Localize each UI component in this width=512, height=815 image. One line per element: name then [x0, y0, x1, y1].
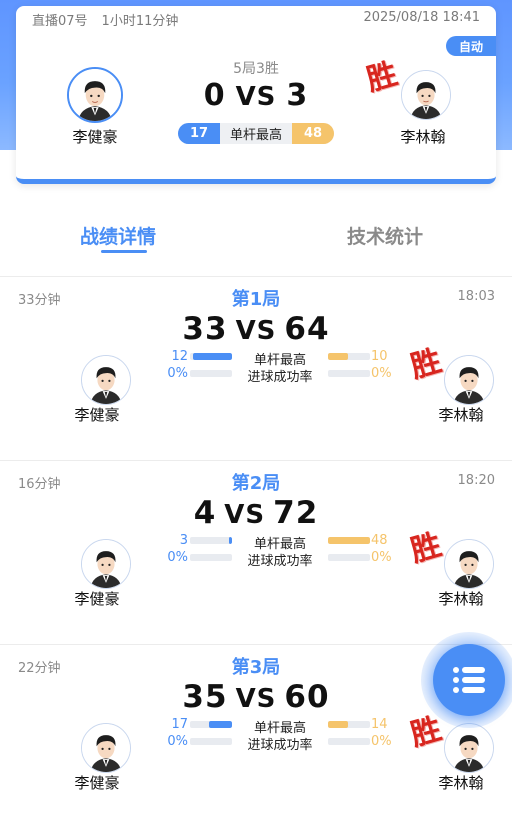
game-section[interactable]: 33分钟 第1局 18:03 33 VS 64 12 单杆最高 10 0% 进球成功… — [0, 277, 512, 460]
game-time: 18:03 — [457, 289, 495, 304]
vs-label: VS — [224, 500, 266, 530]
stat-left-value: 17 — [171, 717, 188, 732]
tab-technical-stats[interactable]: 技术统计 — [347, 222, 423, 249]
player-avatar-icon — [82, 724, 130, 772]
stat-right-value: 10 — [371, 349, 388, 364]
player-avatar-icon — [445, 724, 493, 772]
stat-left-bar — [190, 537, 232, 544]
player-left-name: 李健豪 — [72, 128, 118, 146]
match-meta: 直播07号 1小时11分钟 — [32, 10, 178, 29]
list-menu-icon — [453, 667, 485, 693]
score-left: 4 — [193, 495, 217, 531]
player-right-avatar[interactable] — [444, 723, 494, 773]
auto-badge[interactable]: 自动 — [446, 36, 496, 56]
match-detail-page: 直播07号 1小时11分钟 2025/08/18 18:41 自动 李健豪 李林… — [0, 0, 512, 815]
stat-right-value: 0% — [371, 366, 392, 381]
stat-left-bar — [190, 370, 232, 377]
score-left: 33 — [182, 311, 228, 347]
highest-break-left: 17 — [178, 123, 220, 144]
menu-fab-button[interactable] — [433, 644, 505, 716]
vs-label: VS — [235, 684, 277, 714]
stat-right-value: 0% — [371, 734, 392, 749]
stat-right-bar — [328, 353, 370, 360]
player-avatar-icon — [82, 356, 130, 404]
match-format: 5局3胜 — [233, 61, 279, 77]
stat-left-value: 0% — [167, 366, 188, 381]
player-right-name: 李林翰 — [438, 774, 484, 792]
score-right: 72 — [273, 495, 319, 531]
stat-right-bar — [328, 554, 370, 561]
stat-right-bar — [328, 721, 370, 728]
highest-break-label: 单杆最高 — [229, 128, 282, 143]
game-title: 第2局 — [231, 473, 281, 494]
tab-active-indicator — [101, 250, 147, 253]
game-time: 18:20 — [457, 473, 495, 488]
total-duration: 1小时11分钟 — [101, 14, 179, 29]
game-section[interactable]: 16分钟 第2局 18:20 4 VS 72 3 单杆最高 48 0% 进球成功率 … — [0, 461, 512, 644]
highest-break-right: 48 — [292, 123, 334, 144]
highest-break-pill: 17 单杆最高 48 — [178, 123, 334, 144]
player-avatar-icon — [82, 540, 130, 588]
stat-left-bar — [190, 738, 232, 745]
player-avatar-icon — [445, 356, 493, 404]
stat-left-bar — [190, 554, 232, 561]
vs-label: VS — [235, 82, 277, 112]
stat-left-value: 0% — [167, 550, 188, 565]
game-title: 第1局 — [231, 289, 281, 310]
player-right-avatar[interactable] — [444, 355, 494, 405]
stat-left-bar — [190, 721, 232, 728]
match-score: 0 VS 3 — [16, 78, 496, 113]
score-left: 0 — [203, 78, 226, 113]
player-right-name: 李林翰 — [400, 128, 446, 146]
player-left-name: 李健豪 — [74, 406, 120, 424]
player-right-name: 李林翰 — [438, 406, 484, 424]
stat-left-value: 3 — [179, 533, 188, 548]
stat-label: 进球成功率 — [247, 554, 313, 569]
tab-bar: 战绩详情 技术统计 — [0, 222, 512, 262]
tab-match-record[interactable]: 战绩详情 — [80, 222, 156, 249]
room-label: 直播07号 — [32, 14, 88, 29]
vs-label: VS — [235, 316, 277, 346]
stat-left-value: 0% — [167, 734, 188, 749]
score-right: 3 — [286, 78, 309, 113]
player-right-name: 李林翰 — [438, 590, 484, 608]
player-avatar-icon — [445, 540, 493, 588]
stat-left-bar — [190, 353, 232, 360]
player-left-name: 李健豪 — [74, 590, 120, 608]
stat-right-bar — [328, 537, 370, 544]
stat-label: 进球成功率 — [247, 738, 313, 753]
stat-label: 进球成功率 — [247, 370, 313, 385]
stat-right-bar — [328, 738, 370, 745]
player-left-name: 李健豪 — [74, 774, 120, 792]
stat-right-value: 14 — [371, 717, 388, 732]
score-right: 60 — [284, 679, 330, 715]
player-right-avatar[interactable] — [444, 539, 494, 589]
stat-right-value: 0% — [371, 550, 392, 565]
stat-right-bar — [328, 370, 370, 377]
match-datetime: 2025/08/18 18:41 — [363, 10, 480, 25]
score-left: 35 — [182, 679, 228, 715]
score-right: 64 — [284, 311, 330, 347]
player-left-avatar[interactable] — [81, 355, 131, 405]
stat-left-value: 12 — [171, 349, 188, 364]
player-left-avatar[interactable] — [81, 723, 131, 773]
stat-right-value: 48 — [371, 533, 388, 548]
match-summary-card: 直播07号 1小时11分钟 2025/08/18 18:41 自动 李健豪 李林… — [16, 6, 496, 184]
player-left-avatar[interactable] — [81, 539, 131, 589]
